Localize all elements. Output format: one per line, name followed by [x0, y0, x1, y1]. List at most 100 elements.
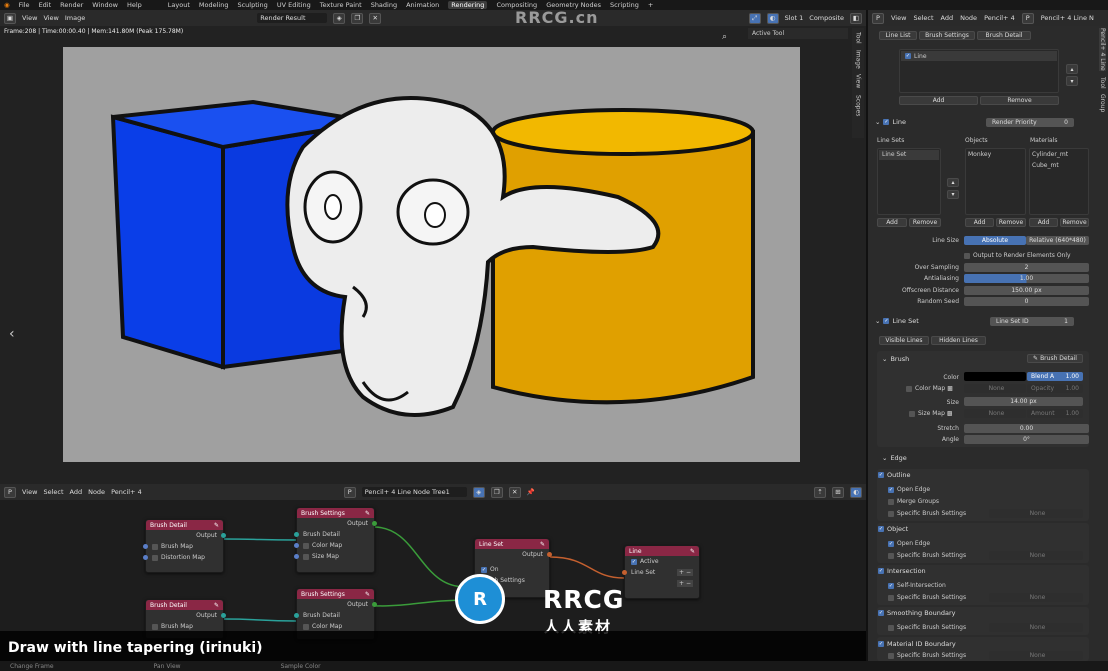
size-field[interactable]: 14.00 px [964, 397, 1083, 406]
line-section-header[interactable]: ⌄ ✓ Line [875, 118, 906, 126]
menu-render[interactable]: Render [60, 1, 83, 9]
socket-input[interactable] [143, 544, 148, 549]
tab-scopes[interactable]: Scopes [855, 95, 862, 116]
prop-menu-add[interactable]: Add [941, 14, 954, 22]
fake-user-shield-icon[interactable]: ◈ [472, 486, 485, 498]
line-set-section-header[interactable]: ⌄ ✓ Line Set [875, 317, 919, 325]
line-add-button[interactable]: Add [899, 96, 978, 105]
object-checkbox[interactable]: ✓ Object [878, 525, 908, 533]
tab-brush-detail[interactable]: Brush Detail [977, 31, 1031, 40]
object-specific-brush[interactable]: Specific Brush Settings [888, 552, 966, 559]
render-priority-field[interactable]: Render Priority 0 [986, 118, 1074, 127]
tab-modeling[interactable]: Modeling [199, 1, 229, 9]
ls-remove-button[interactable]: Remove [909, 218, 941, 227]
active-tool-panel[interactable]: Active Tool [748, 28, 848, 39]
mat-remove-button[interactable]: Remove [1060, 218, 1089, 227]
blender-logo-icon[interactable]: ◉ [4, 1, 10, 9]
line-set-id-field[interactable]: Line Set ID 1 [990, 317, 1074, 326]
menu-edit[interactable]: Edit [39, 1, 52, 9]
intersection-none-field[interactable]: None [989, 593, 1083, 602]
blend-field[interactable]: Blend A 1.00 [1027, 372, 1083, 381]
add-remove-button-2[interactable]: + − [677, 580, 693, 587]
color-swatch[interactable] [964, 372, 1026, 381]
add-workspace-button[interactable]: + [648, 1, 653, 9]
socket-output[interactable] [547, 552, 552, 557]
tree-type-icon[interactable]: P [343, 486, 356, 498]
tab-group[interactable]: Group [1099, 94, 1106, 112]
sample-icon[interactable]: ⤢ [748, 12, 761, 24]
node-brush-settings[interactable]: Brush Settings ✎ Output Brush Detail Colo… [294, 507, 377, 573]
tab-sculpting[interactable]: Sculpting [237, 1, 267, 9]
tab-pencil-line[interactable]: Pencil+ 4 Line [1099, 28, 1106, 71]
socket-input[interactable] [294, 532, 299, 537]
layer-select[interactable]: Composite [809, 14, 844, 22]
snap-icon[interactable]: ⊞ [832, 486, 844, 498]
material-id-none-field[interactable]: None [989, 651, 1083, 660]
prop-editor-type-icon[interactable]: P [872, 12, 884, 24]
smoothing-specific-brush[interactable]: Specific Brush Settings [888, 624, 966, 631]
zoom-icon[interactable]: ⌕ [722, 32, 727, 42]
socket-input[interactable] [143, 555, 148, 560]
obj-remove-button[interactable]: Remove [996, 218, 1026, 227]
intersection-checkbox[interactable]: ✓ Intersection [878, 567, 926, 575]
tab-image[interactable]: Image [855, 50, 862, 69]
menu-file[interactable]: File [19, 1, 30, 9]
line-size-absolute[interactable]: Absolute [964, 236, 1026, 245]
size-map-checkbox[interactable]: Size Map ▩ [909, 410, 953, 417]
outline-none-field[interactable]: None [989, 509, 1083, 518]
offscreen-field[interactable]: 150.00 px [964, 286, 1089, 295]
line-set-item[interactable]: Line Set [879, 150, 939, 160]
node-menu-add[interactable]: Add [70, 488, 83, 496]
color-map-field[interactable]: None [964, 384, 1026, 393]
menu-help[interactable]: Help [127, 1, 142, 9]
tab-rendering[interactable]: Rendering [448, 1, 488, 9]
pencil-icon[interactable]: ✎ [690, 548, 695, 555]
socket-output[interactable] [221, 533, 226, 538]
line-size-relative[interactable]: Relative (640*480) [1026, 236, 1089, 245]
prop-header-right[interactable]: Pencil+ 4 Line N [1041, 14, 1094, 22]
pin-icon[interactable]: 📌 [527, 488, 535, 496]
line-list-item[interactable]: ✓ Line [901, 51, 1057, 61]
pencil-icon[interactable]: ✎ [214, 602, 219, 609]
prev-arrow-icon[interactable]: ‹ [9, 326, 15, 342]
material-id-specific-brush[interactable]: Specific Brush Settings [888, 652, 966, 659]
self-intersection[interactable]: ✓ Self-Intersection [888, 582, 946, 589]
tab-layout[interactable]: Layout [168, 1, 190, 9]
socket-input[interactable] [294, 554, 299, 559]
socket-output[interactable] [372, 602, 377, 607]
prop-tree-icon[interactable]: P [1021, 12, 1034, 24]
add-remove-button[interactable]: + − [677, 569, 693, 576]
materials-list[interactable] [1029, 148, 1089, 215]
tab-visible-lines[interactable]: Visible Lines [879, 336, 929, 345]
editor-type-icon[interactable]: ▣ [4, 12, 16, 24]
object-item[interactable]: Monkey [968, 151, 991, 158]
copy-icon[interactable]: ❐ [351, 12, 364, 24]
tab-brush-settings[interactable]: Brush Settings [919, 31, 975, 40]
outline-merge-groups[interactable]: Merge Groups [888, 498, 939, 505]
material-id-checkbox[interactable]: ✓ Material ID Boundary [878, 640, 956, 648]
brush-detail-button[interactable]: ✎ Brush Detail [1027, 354, 1083, 363]
tab-view[interactable]: View [855, 74, 862, 88]
tab-hidden-lines[interactable]: Hidden Lines [931, 336, 986, 345]
move-up-button[interactable]: ▴ [1066, 64, 1078, 74]
node-menu-select[interactable]: Select [43, 488, 63, 496]
output-only-checkbox[interactable]: Output to Render Elements Only [964, 252, 1071, 259]
edge-header[interactable]: ⌄ Edge [882, 454, 907, 462]
menu-window[interactable]: Window [92, 1, 118, 9]
prop-menu-pencil[interactable]: Pencil+ 4 [984, 14, 1015, 22]
tab-scripting[interactable]: Scripting [610, 1, 639, 9]
close-tree-icon[interactable]: ✕ [508, 486, 521, 498]
tab-texture-paint[interactable]: Texture Paint [320, 1, 362, 9]
overlay-icon[interactable]: ◐ [850, 486, 862, 498]
brush-header[interactable]: ⌄ Brush [882, 355, 909, 363]
node-menu-node[interactable]: Node [88, 488, 105, 496]
tab-line-list[interactable]: Line List [879, 31, 917, 40]
node-menu-view[interactable]: View [22, 488, 37, 496]
tab-tool[interactable]: Tool [855, 32, 862, 44]
move-down-button[interactable]: ▾ [1066, 76, 1078, 86]
copy-tree-icon[interactable]: ❐ [490, 486, 503, 498]
node-tree-name-field[interactable]: Pencil+ 4 Line Node Tree1 [361, 487, 467, 497]
smoothing-none-field[interactable]: None [989, 623, 1083, 632]
view-options-icon[interactable]: ◧ [850, 12, 862, 24]
material-item-2[interactable]: Cube_mt [1032, 162, 1059, 169]
